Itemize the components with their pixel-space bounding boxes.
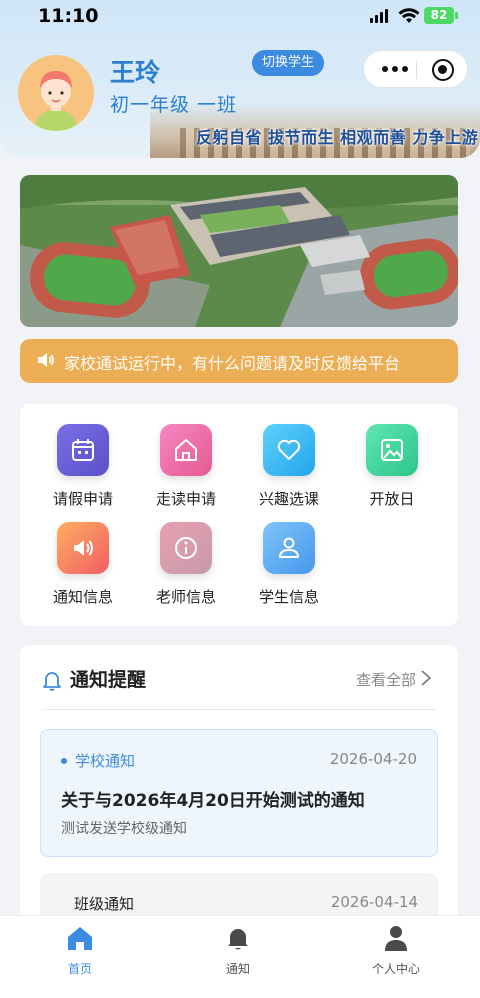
notification-headline: 关于与2026年4月20日开始测试的通知: [61, 791, 365, 811]
campus-banner-image[interactable]: [20, 175, 458, 327]
notification-category: 班级通知: [74, 895, 135, 913]
notification-date: 2026-04-20: [329, 750, 417, 768]
day-student-application-item[interactable]: 走读申请: [136, 424, 236, 509]
status-time: 11:10: [38, 5, 99, 27]
quick-menu-label: 学生信息: [258, 588, 319, 606]
tab-notifications[interactable]: 通知: [188, 924, 288, 977]
announcement-text: 家校通试运行中，有什么问题请及时反馈给平台: [64, 354, 401, 373]
info-icon: [160, 522, 212, 574]
open-day-item[interactable]: 开放日: [342, 424, 442, 509]
announcement-bar[interactable]: 家校通试运行中，有什么问题请及时反馈给平台: [20, 339, 458, 383]
notification-category: 学校通知: [75, 752, 136, 770]
leave-application-item[interactable]: 请假申请: [33, 424, 133, 509]
switch-student-button[interactable]: 切换学生: [252, 50, 324, 76]
quick-menu-label: 老师信息: [155, 588, 216, 606]
teacher-info-item[interactable]: 老师信息: [136, 522, 236, 607]
quick-menu-label: 通知信息: [52, 588, 113, 606]
miniprogram-capsule: [363, 50, 468, 88]
signal-icon: [370, 9, 388, 23]
speaker-icon: [57, 522, 109, 574]
tab-label: 个人中心: [371, 962, 420, 976]
tab-home[interactable]: 首页: [30, 924, 130, 977]
heart-icon: [263, 424, 315, 476]
quick-menu-label: 兴趣选课: [258, 490, 319, 508]
tab-profile[interactable]: 个人中心: [346, 924, 446, 977]
calendar-icon: [57, 424, 109, 476]
notification-date: 2026-04-14: [330, 893, 418, 911]
student-info-item[interactable]: 学生信息: [239, 522, 339, 607]
close-miniprogram-icon[interactable]: [432, 59, 454, 81]
person-icon: [385, 926, 407, 951]
interest-course-item[interactable]: 兴趣选课: [239, 424, 339, 509]
home-icon: [160, 424, 212, 476]
quick-menu-card: 请假申请 走读申请 兴趣选课 开放日 通知信息 老师信息 学生信息: [20, 404, 458, 626]
category-dot: [61, 758, 67, 764]
bell-icon: [228, 929, 248, 950]
notification-description: 测试发送学校级通知: [61, 821, 187, 837]
user-icon: [263, 522, 315, 574]
notification-item[interactable]: 学校通知 2026-04-20 关于与2026年4月20日开始测试的通知 测试发…: [40, 729, 438, 857]
student-name: 王玲: [110, 58, 161, 87]
student-class: 初一年级 一班: [110, 94, 238, 116]
battery-indicator: 82: [424, 7, 458, 24]
view-all-link[interactable]: 查看全部: [356, 669, 416, 690]
capsule-divider: [416, 61, 417, 79]
home-icon: [68, 927, 92, 950]
avatar[interactable]: [18, 55, 94, 131]
school-slogan: 反躬自省 拔节而生 相观而善 力争上游: [196, 128, 479, 147]
bell-icon: [43, 672, 61, 691]
bottom-tab-bar: 首页 通知 个人中心: [0, 915, 480, 998]
tab-label: 首页: [67, 962, 92, 976]
quick-menu-label: 请假申请: [52, 490, 113, 508]
notification-card: 通知提醒 查看全部 学校通知 2026-04-20 关于与2026年4月20日开…: [20, 645, 458, 945]
chevron-right-icon[interactable]: [420, 669, 432, 687]
quick-menu-label: 开放日: [369, 490, 415, 508]
wifi-icon: [398, 8, 420, 23]
divider: [42, 709, 436, 710]
quick-menu-label: 走读申请: [155, 490, 216, 508]
tab-label: 通知: [225, 962, 250, 976]
status-bar: 11:10 82: [0, 0, 480, 34]
notice-info-item[interactable]: 通知信息: [33, 522, 133, 607]
speaker-icon: [38, 353, 55, 367]
image-icon: [366, 424, 418, 476]
notification-title: 通知提醒: [70, 669, 147, 691]
profile-header: 11:10 82 王玲 初一年级 一班 切换学生 反躬自省 拔节而生 相观而善 …: [0, 0, 480, 158]
more-options-icon[interactable]: [382, 66, 408, 72]
